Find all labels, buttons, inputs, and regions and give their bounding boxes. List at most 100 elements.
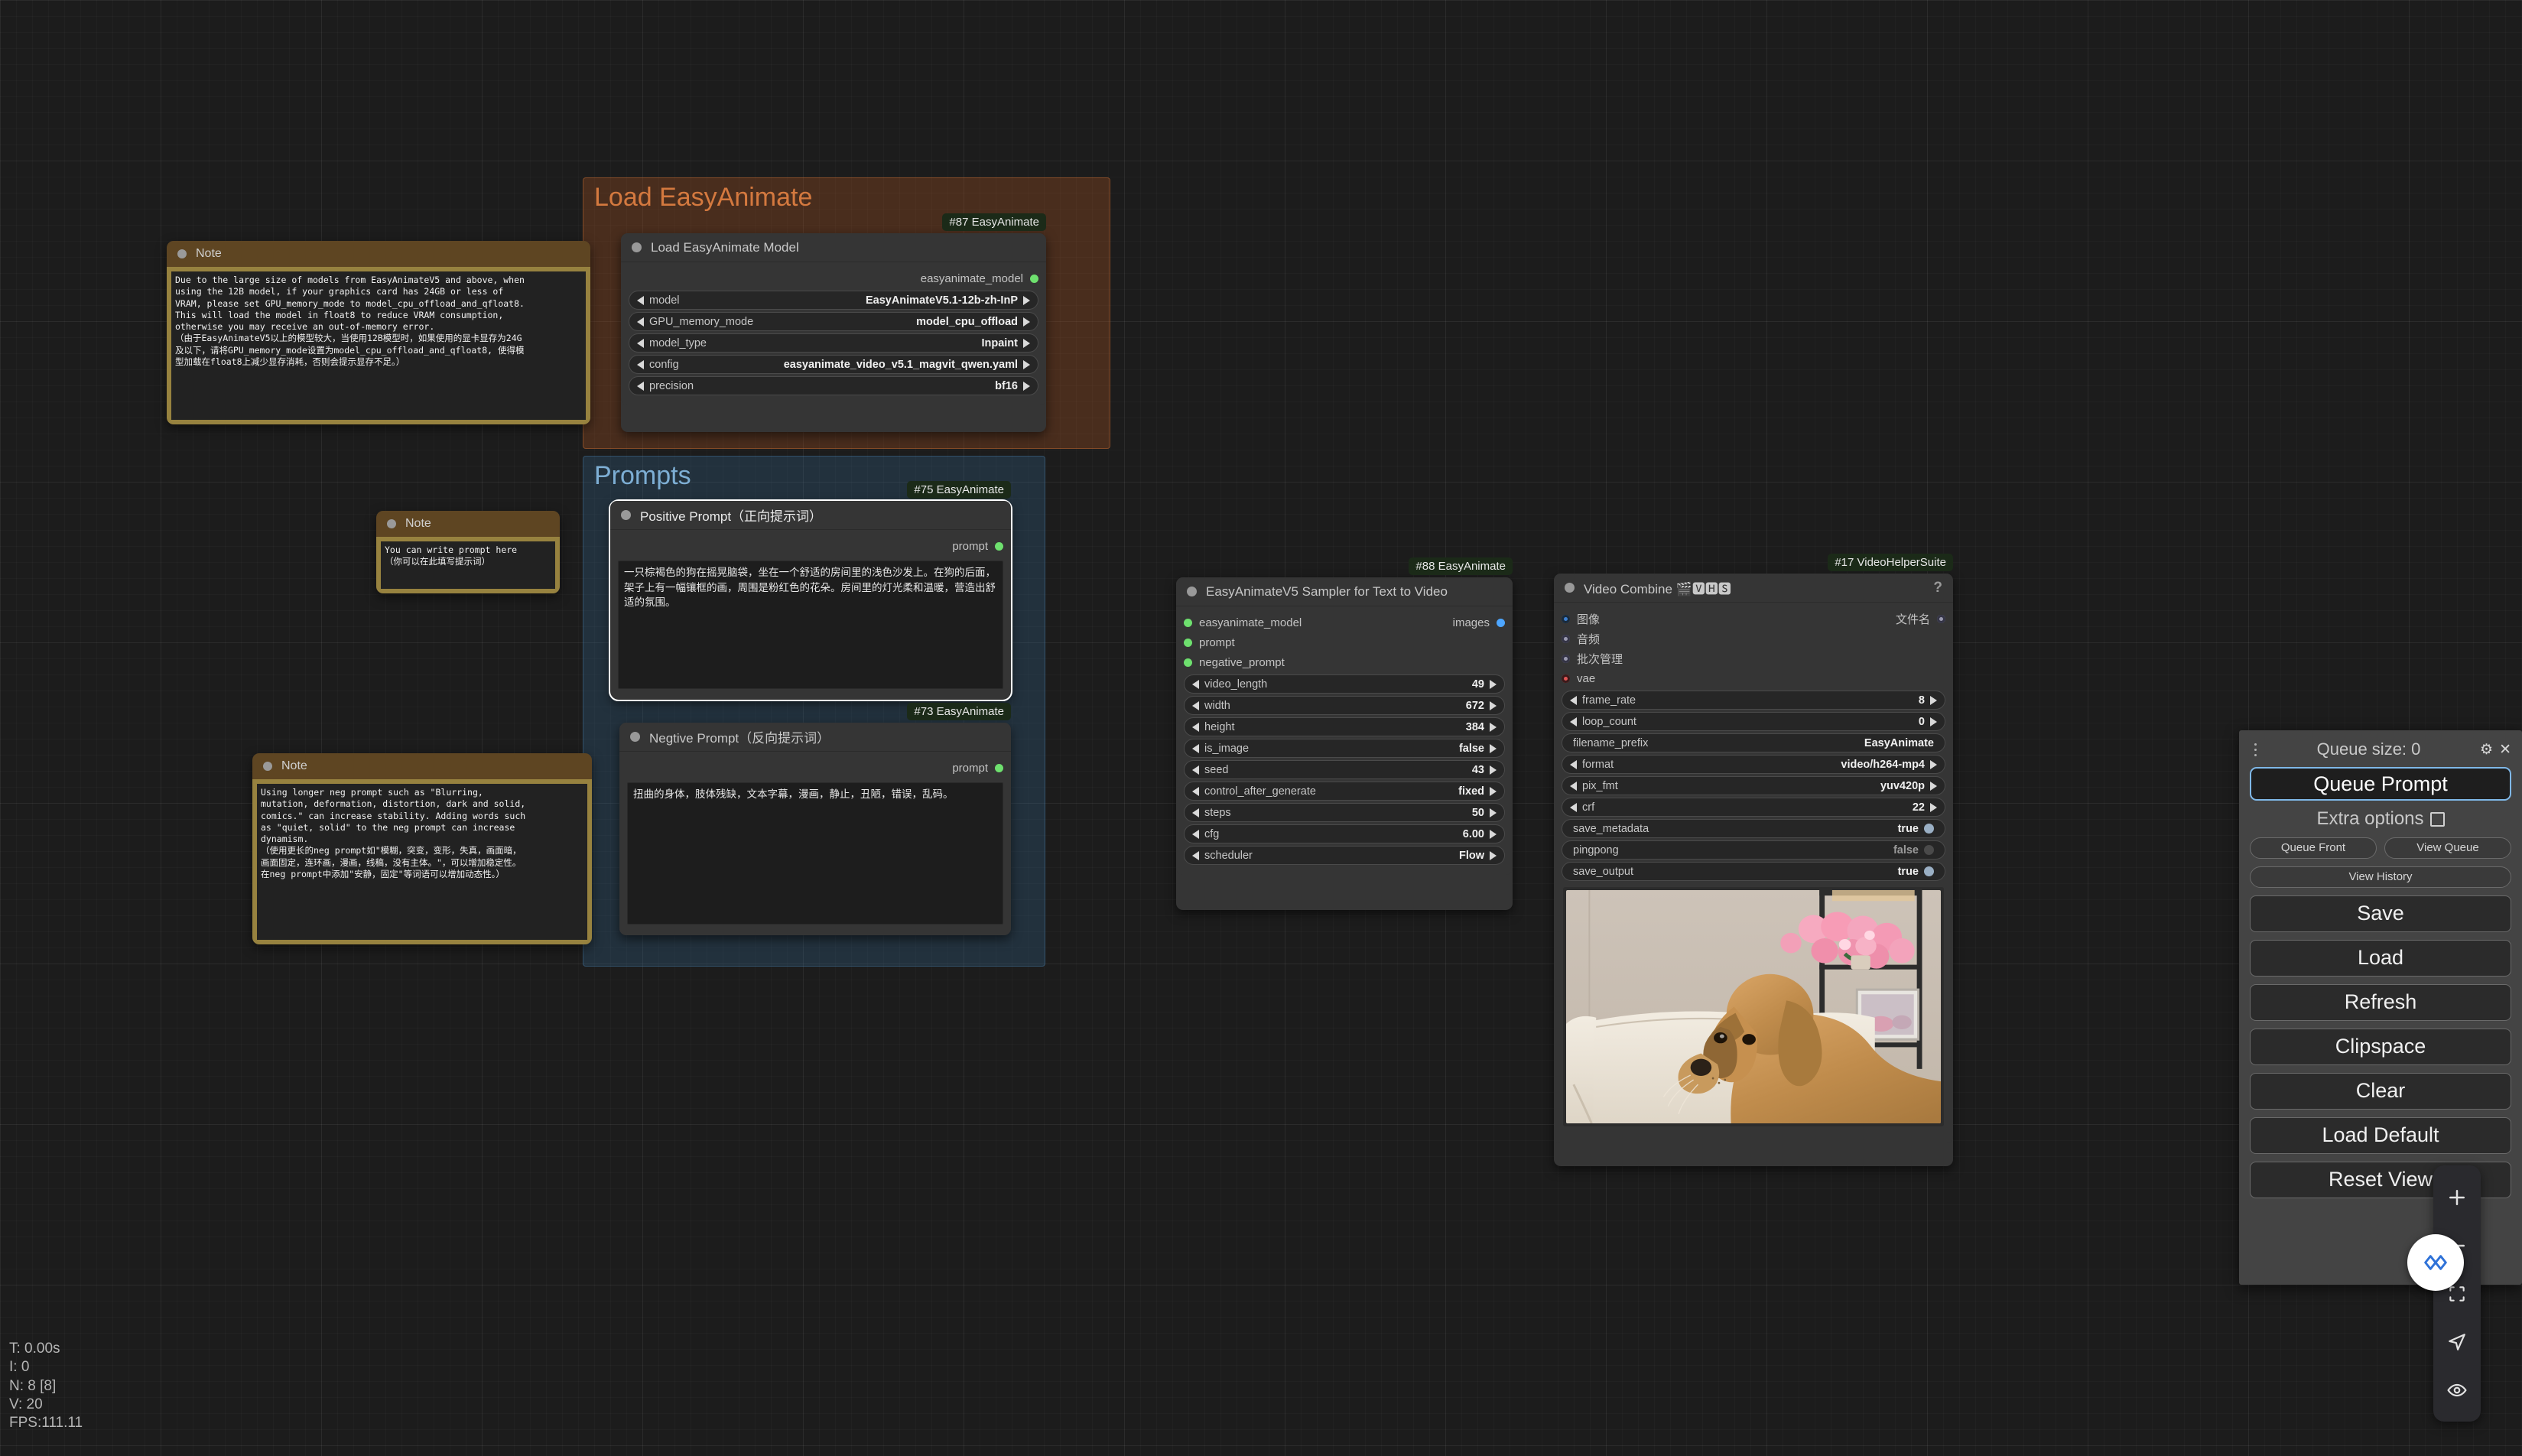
widget-model-type[interactable]: model_type Inpaint (629, 333, 1038, 353)
chevron-right-icon[interactable] (1490, 830, 1497, 839)
collapse-dot-icon[interactable] (632, 242, 642, 252)
chevron-right-icon[interactable] (1490, 787, 1497, 796)
widget-seed[interactable]: seed 43 (1184, 760, 1505, 779)
chevron-left-icon[interactable] (1192, 701, 1199, 710)
input-slot-negative-prompt[interactable]: negative_prompt (1184, 656, 1285, 669)
widget-pix-fmt[interactable]: pix_fmt yuv420p (1562, 776, 1945, 795)
node-negative-prompt[interactable]: #73 EasyAnimate Negtive Prompt（反向提示词） pr… (619, 723, 1011, 935)
positive-prompt-textarea[interactable]: 一只棕褐色的狗在摇晃脑袋，坐在一个舒适的房间里的浅色沙发上。在狗的后面，架子上有… (618, 561, 1003, 689)
widget-frame-rate[interactable]: frame_rate 8 (1562, 691, 1945, 710)
chevron-right-icon[interactable] (1930, 803, 1937, 812)
widget-crf[interactable]: crf 22 (1562, 798, 1945, 817)
slot-dot-icon[interactable] (995, 542, 1003, 551)
output-slot-prompt[interactable]: prompt (952, 762, 1003, 775)
input-slot-prompt[interactable]: prompt (1184, 636, 1235, 649)
slot-dot-icon[interactable] (1562, 655, 1570, 663)
widget-gpu-memory-mode[interactable]: GPU_memory_mode model_cpu_offload (629, 312, 1038, 331)
view-history-button[interactable]: View History (2250, 866, 2511, 888)
collapse-dot-icon[interactable] (387, 519, 396, 528)
node-video-combine[interactable]: #17 VideoHelperSuite Video Combine 🎬🆅🅷🆂 … (1554, 574, 1953, 1166)
extra-options-checkbox[interactable] (2430, 812, 2445, 827)
chevron-right-icon[interactable] (1490, 851, 1497, 860)
node-load-easyanimate-model[interactable]: #87 EasyAnimate Load EasyAnimate Model e… (621, 233, 1046, 432)
chevron-left-icon[interactable] (1192, 744, 1199, 753)
node-positive-prompt[interactable]: #75 EasyAnimate Positive Prompt（正向提示词） p… (610, 501, 1011, 700)
node-easyanimatev5-sampler[interactable]: #88 EasyAnimate EasyAnimateV5 Sampler fo… (1176, 577, 1513, 910)
queue-prompt-button[interactable]: Queue Prompt (2250, 767, 2511, 801)
clear-button[interactable]: Clear (2250, 1073, 2511, 1110)
widget-save-output[interactable]: save_output true (1562, 862, 1945, 881)
input-slot-audio[interactable]: 音频 (1562, 631, 1600, 647)
node-header[interactable]: EasyAnimateV5 Sampler for Text to Video (1176, 577, 1513, 606)
node-header[interactable]: Negtive Prompt（反向提示词） (619, 723, 1011, 752)
close-icon[interactable]: ✕ (2499, 741, 2511, 759)
widget-save-metadata[interactable]: save_metadata true (1562, 819, 1945, 838)
node-header[interactable]: Video Combine 🎬🆅🅷🆂 ? (1554, 574, 1953, 603)
input-slot-easyanimate-model[interactable]: easyanimate_model (1184, 616, 1302, 629)
slot-dot-icon[interactable] (995, 764, 1003, 772)
collapse-dot-icon[interactable] (1187, 587, 1197, 596)
view-queue-button[interactable]: View Queue (2384, 837, 2511, 859)
chevron-right-icon[interactable] (1490, 701, 1497, 710)
toggle-icon[interactable] (1924, 845, 1934, 855)
widget-format[interactable]: format video/h264-mp4 (1562, 755, 1945, 774)
drag-handle-icon[interactable] (2250, 743, 2260, 756)
chevron-right-icon[interactable] (1490, 744, 1497, 753)
load-button[interactable]: Load (2250, 940, 2511, 977)
slot-dot-icon[interactable] (1562, 674, 1570, 683)
comfy-logo-icon[interactable] (2407, 1234, 2464, 1291)
note-textarea[interactable]: Using longer neg prompt such as "Blurrin… (257, 784, 587, 940)
slot-dot-icon[interactable] (1937, 615, 1945, 623)
slot-dot-icon[interactable] (1497, 619, 1505, 627)
collapse-dot-icon[interactable] (1565, 583, 1575, 593)
chevron-left-icon[interactable] (1192, 680, 1199, 689)
clipspace-button[interactable]: Clipspace (2250, 1029, 2511, 1065)
widget-cfg[interactable]: cfg 6.00 (1184, 824, 1505, 843)
chevron-right-icon[interactable] (1930, 696, 1937, 705)
chevron-left-icon[interactable] (1192, 787, 1199, 796)
collapse-dot-icon[interactable] (621, 510, 631, 520)
load-default-button[interactable]: Load Default (2250, 1117, 2511, 1154)
collapse-dot-icon[interactable] (630, 732, 640, 742)
note-textarea[interactable]: Due to the large size of models from Eas… (171, 271, 586, 420)
toggle-icon[interactable] (1924, 824, 1934, 834)
chevron-left-icon[interactable] (1570, 696, 1577, 705)
widget-steps[interactable]: steps 50 (1184, 803, 1505, 822)
collapse-dot-icon[interactable] (263, 762, 272, 771)
widget-pingpong[interactable]: pingpong false (1562, 840, 1945, 860)
chevron-right-icon[interactable] (1930, 760, 1937, 769)
slot-dot-icon[interactable] (1562, 635, 1570, 643)
chevron-left-icon[interactable] (637, 382, 644, 391)
chevron-left-icon[interactable] (1192, 765, 1199, 775)
chevron-right-icon[interactable] (1490, 723, 1497, 732)
chevron-right-icon[interactable] (1490, 765, 1497, 775)
eye-icon[interactable] (2442, 1375, 2472, 1406)
chevron-right-icon[interactable] (1023, 339, 1030, 348)
toggle-icon[interactable] (1924, 866, 1934, 876)
input-slot-vae[interactable]: vae (1562, 672, 1595, 685)
widget-precision[interactable]: precision bf16 (629, 376, 1038, 395)
chevron-right-icon[interactable] (1490, 680, 1497, 689)
note-prompt-hint[interactable]: Note You can write prompt here （你可以在此填写提… (376, 511, 560, 593)
chevron-right-icon[interactable] (1490, 808, 1497, 817)
note-vram[interactable]: Note Due to the large size of models fro… (167, 241, 590, 424)
chevron-left-icon[interactable] (1192, 830, 1199, 839)
chevron-right-icon[interactable] (1023, 360, 1030, 369)
collapse-dot-icon[interactable] (177, 249, 187, 258)
negative-prompt-textarea[interactable]: 扭曲的身体，肢体残缺，文本字幕，漫画，静止，丑陋，错误，乱码。 (627, 782, 1003, 925)
help-icon[interactable]: ? (1933, 580, 1942, 596)
gear-icon[interactable]: ⚙ (2480, 741, 2493, 759)
slot-dot-icon[interactable] (1562, 615, 1570, 623)
chevron-right-icon[interactable] (1023, 382, 1030, 391)
chevron-left-icon[interactable] (637, 296, 644, 305)
chevron-left-icon[interactable] (1192, 808, 1199, 817)
node-header[interactable]: Load EasyAnimate Model (621, 233, 1046, 262)
input-slot-images[interactable]: 图像 (1562, 611, 1600, 627)
canvas-toolbar[interactable] (2433, 1165, 2481, 1422)
slot-dot-icon[interactable] (1184, 619, 1192, 627)
zoom-in-icon[interactable] (2442, 1182, 2472, 1213)
output-slot-filenames[interactable]: 文件名 (1896, 611, 1945, 627)
widget-scheduler[interactable]: scheduler Flow (1184, 846, 1505, 865)
comfyui-canvas[interactable]: Load EasyAnimate Prompts Note Due to the… (0, 0, 2522, 1456)
note-neg-prompt-hint[interactable]: Note Using longer neg prompt such as "Bl… (252, 753, 592, 944)
